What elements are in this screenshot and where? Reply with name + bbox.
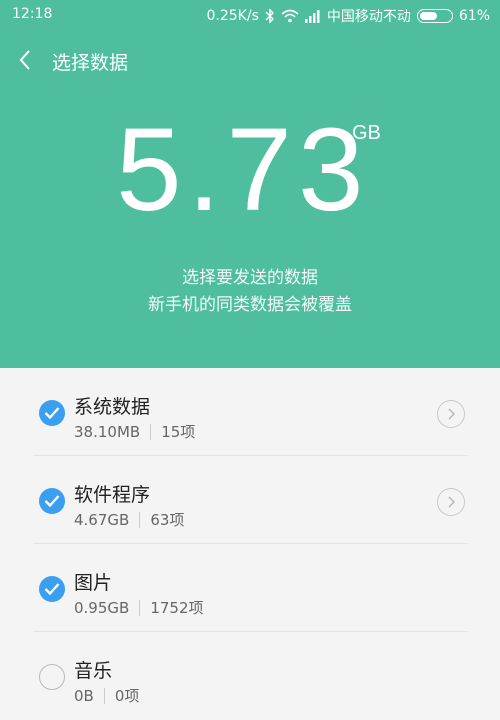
checkmark-icon [44, 495, 60, 508]
item-count: 15项 [161, 423, 196, 441]
title-bar: 选择数据 [0, 40, 500, 80]
item-size: 0.95GB [74, 598, 130, 617]
item-meta: 4.67GB 63项 [74, 509, 184, 530]
status-indicators: 0.25K/s 中国移动不动 61% [207, 6, 491, 26]
battery-percent: 61% [458, 8, 490, 24]
list-item-music[interactable]: 音乐 0B 0项 [0, 632, 500, 720]
meta-separator [103, 687, 105, 704]
network-speed: 0.25K/s [206, 8, 259, 24]
item-count: 1752项 [150, 599, 204, 617]
item-name: 系统数据 [74, 396, 151, 418]
item-count: 0项 [114, 687, 140, 705]
checkmark-icon [44, 583, 60, 596]
item-meta: 0B 0项 [74, 685, 139, 706]
list-item-pictures[interactable]: 图片 0.95GB 1752项 [0, 544, 500, 632]
item-size: 0B [74, 686, 94, 705]
instruction-line-2: 新手机的同类数据会被覆盖 [148, 295, 352, 315]
back-arrow-icon[interactable] [14, 46, 38, 74]
item-name: 软件程序 [74, 484, 151, 506]
meta-separator [150, 423, 152, 440]
item-size: 4.67GB [74, 510, 130, 529]
header-panel: 12:18 0.25K/s 中国移动不动 61% 选择数据 5.73 GB 选择… [0, 0, 500, 368]
checkmark-icon [44, 407, 60, 420]
chevron-right-icon[interactable] [437, 400, 465, 428]
signal-icon [304, 9, 321, 23]
item-meta: 0.95GB 1752项 [74, 597, 204, 618]
wifi-icon [281, 9, 299, 23]
page-title: 选择数据 [52, 52, 129, 74]
status-bar: 12:18 0.25K/s 中国移动不动 61% [0, 0, 500, 32]
item-name: 图片 [74, 572, 113, 594]
item-name: 音乐 [74, 660, 113, 682]
chevron-right-icon[interactable] [437, 488, 465, 516]
list-item-apps[interactable]: 软件程序 4.67GB 63项 [0, 456, 500, 544]
checkbox-checked[interactable] [39, 488, 65, 514]
bluetooth-icon [265, 8, 275, 24]
checkbox-unchecked[interactable] [39, 664, 65, 690]
meta-separator [139, 511, 141, 528]
list-item-system-data[interactable]: 系统数据 38.10MB 15项 [0, 368, 500, 456]
item-meta: 38.10MB 15项 [74, 421, 195, 442]
checkbox-checked[interactable] [39, 400, 65, 426]
carrier-name: 中国移动不动 [326, 9, 411, 25]
meta-separator [139, 599, 141, 616]
data-category-list: 系统数据 38.10MB 15项 软件程序 4.67GB 63项 图片 0.95… [0, 368, 500, 720]
checkbox-checked[interactable] [39, 576, 65, 602]
instruction-line-1: 选择要发送的数据 [182, 268, 318, 288]
item-size: 38.10MB [74, 422, 141, 441]
total-size-value: 5.73 [116, 104, 370, 236]
status-time: 12:18 [12, 6, 53, 22]
battery-level [419, 12, 437, 20]
item-count: 63项 [150, 511, 185, 529]
total-size-unit: GB [352, 122, 381, 144]
battery-icon [416, 9, 453, 23]
